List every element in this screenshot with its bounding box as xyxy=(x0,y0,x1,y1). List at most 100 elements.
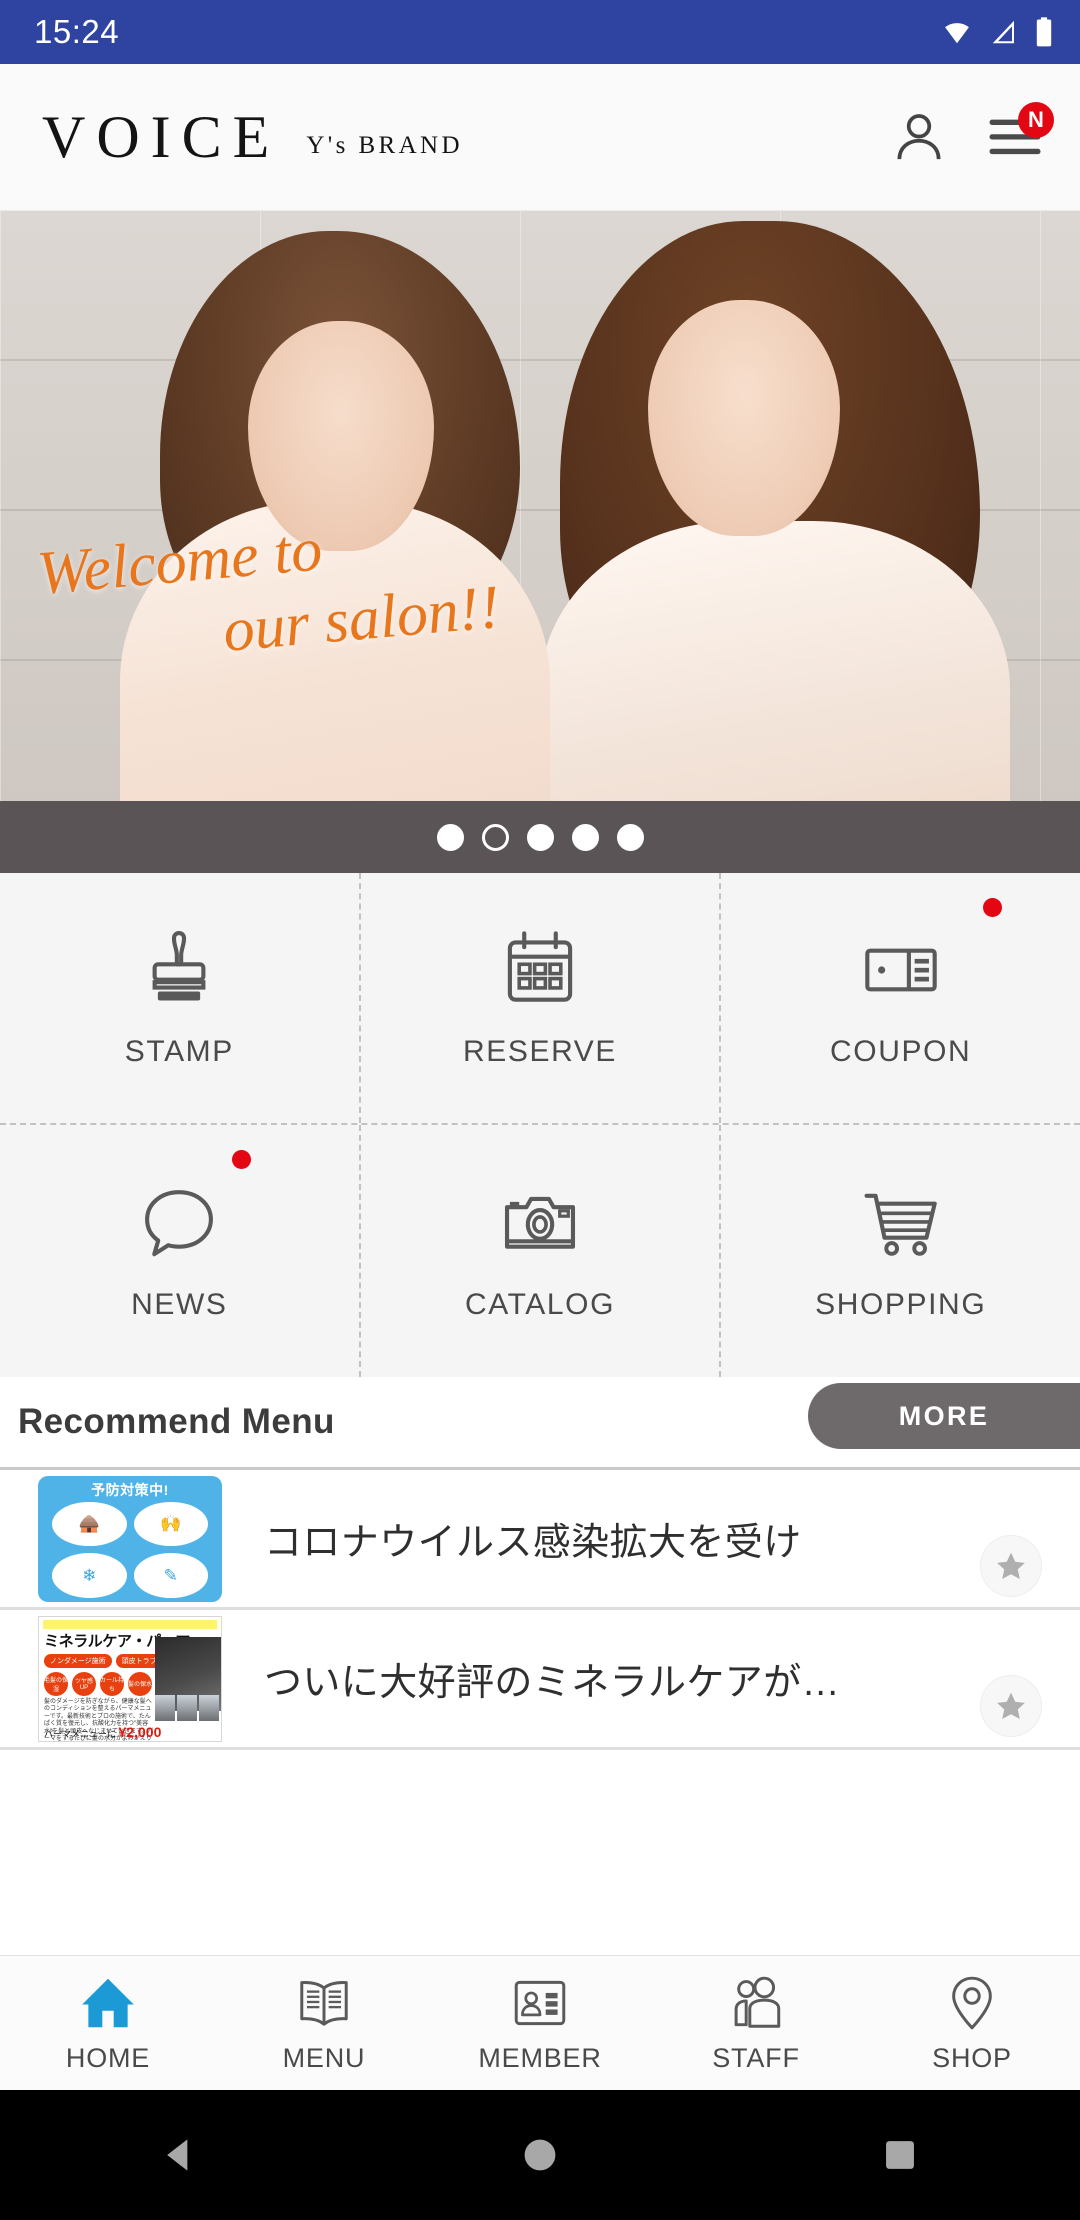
android-system-navigation xyxy=(0,2090,1080,2220)
android-home-button[interactable] xyxy=(360,2133,720,2177)
app-header: VOICE Y's BRAND N xyxy=(0,64,1080,211)
carousel-dot-2-active[interactable] xyxy=(481,823,509,851)
shopping-cart-icon xyxy=(864,1193,937,1256)
carousel-pagination xyxy=(0,801,1080,873)
wifi-icon xyxy=(945,23,969,44)
android-back-button[interactable] xyxy=(0,2133,360,2177)
news-notification-dot xyxy=(231,1150,251,1169)
people-icon xyxy=(734,1976,781,2028)
quick-action-stamp[interactable]: STAMP xyxy=(0,873,359,1123)
brand-logo[interactable]: VOICE Y's BRAND xyxy=(42,107,463,167)
bottom-navigation-bar: HOME MENU MEMBER STAFF SHOP xyxy=(0,1955,1080,2090)
app-screen: 15:24 VOICE Y's BRAND N Welcome to our s… xyxy=(0,0,1080,2220)
nav-item-label: HOME xyxy=(65,2043,151,2073)
status-bar: 15:24 xyxy=(0,0,1080,64)
id-card-icon xyxy=(514,1980,566,2026)
recommend-more-button[interactable]: MORE xyxy=(808,1383,1080,1449)
thumbnail-price-prefix: パーマメニューに xyxy=(44,1728,117,1739)
thumbnail-heading: 予防対策中! xyxy=(91,1481,169,1498)
tool-disinfect-icon: ✎ xyxy=(163,1565,178,1585)
thumbnail-highlight-band xyxy=(43,1619,217,1629)
quick-action-catalog[interactable]: CATALOG xyxy=(358,1125,720,1377)
star-icon xyxy=(997,1692,1025,1720)
recommend-section-title: Recommend Menu xyxy=(18,1402,335,1441)
coupon-ticket-icon xyxy=(864,948,937,992)
sanitizer-icon: 🛖 xyxy=(78,1514,100,1534)
thumbnail-icon-grid: 🛖 🙌 ❄ ✎ xyxy=(52,1501,208,1598)
thumbnail-price-value: ¥2,000 xyxy=(118,1723,162,1740)
nav-item-label: MEMBER xyxy=(478,2043,602,2073)
carousel-dot-3[interactable] xyxy=(526,823,554,851)
quick-action-reserve[interactable]: RESERVE xyxy=(358,873,720,1123)
carousel-dot-1[interactable] xyxy=(436,823,464,851)
nav-item-shop[interactable]: SHOP xyxy=(864,1972,1080,2074)
quick-action-label: NEWS xyxy=(131,1288,228,1321)
android-recents-button[interactable] xyxy=(720,2133,1080,2177)
quick-action-coupon[interactable]: COUPON xyxy=(719,873,1080,1123)
header-actions: N xyxy=(888,102,1054,168)
favorite-button[interactable] xyxy=(980,1535,1042,1597)
thumbnail-circle: 毛髪の保湿 xyxy=(44,1671,68,1696)
thumbnail-model-photos xyxy=(155,1694,219,1721)
quick-action-label: SHOPPING xyxy=(815,1288,987,1321)
thumbnail-circle: 髪の保水 xyxy=(128,1671,152,1696)
account-button[interactable] xyxy=(888,106,950,168)
home-circle-icon xyxy=(524,2139,556,2171)
favorite-button[interactable] xyxy=(980,1675,1042,1737)
menu-button[interactable]: N xyxy=(984,102,1054,168)
quick-action-label: COUPON xyxy=(830,1035,972,1068)
person-icon xyxy=(897,114,941,160)
model-right-face xyxy=(648,300,840,536)
nav-item-staff[interactable]: STAFF xyxy=(648,1972,864,2074)
hero-photo xyxy=(0,211,1080,801)
quick-action-row-2: NEWS CATALOG SHOPPING xyxy=(0,1125,1080,1377)
thumbnail-cell: ✎ xyxy=(133,1553,208,1598)
thumbnail-cell: 🙌 xyxy=(133,1501,208,1546)
coupon-notification-dot xyxy=(983,898,1003,917)
quick-action-row-1: STAMP RESERVE COUPON xyxy=(0,873,1080,1125)
back-triangle-icon xyxy=(167,2139,188,2171)
quick-action-label: CATALOG xyxy=(464,1288,616,1321)
menu-notification-badge: N xyxy=(1018,102,1054,138)
map-pin-icon xyxy=(952,1976,992,2030)
calendar-icon xyxy=(507,931,573,1002)
nav-item-member[interactable]: MEMBER xyxy=(432,1972,648,2074)
open-book-icon xyxy=(300,1981,348,2026)
camera-icon xyxy=(504,1196,576,1249)
nav-item-menu[interactable]: MENU xyxy=(216,1972,432,2074)
nav-item-home[interactable]: HOME xyxy=(0,1972,216,2074)
thumbnail-circle: カール持ち xyxy=(100,1671,124,1696)
ventilation-icon: ❄ xyxy=(82,1565,97,1585)
quick-action-news[interactable]: NEWS xyxy=(0,1125,359,1377)
quick-action-grid: STAMP RESERVE COUPON NEWS CATALOG SHOPPI… xyxy=(0,873,1080,1377)
logo-primary-text: VOICE xyxy=(42,104,281,170)
recents-square-icon xyxy=(886,2141,914,2169)
quick-action-shopping[interactable]: SHOPPING xyxy=(719,1125,1080,1377)
quick-action-label: RESERVE xyxy=(462,1035,618,1068)
logo-secondary-text: Y's BRAND xyxy=(306,132,463,159)
recommend-item-thumbnail: 予防対策中! 🛖 🙌 ❄ ✎ xyxy=(38,1475,222,1602)
home-icon xyxy=(82,1978,134,2028)
quick-action-label: STAMP xyxy=(124,1035,234,1068)
status-bar-clock: 15:24 xyxy=(34,13,120,50)
thumbnail-price-line: パーマメニューに ¥2,000 xyxy=(44,1724,161,1740)
thumbnail-pill: ノンダメージ施術 xyxy=(44,1653,112,1668)
cellular-signal-icon xyxy=(992,20,1014,44)
nav-item-label: SHOP xyxy=(932,2043,1012,2073)
thumbnail-model-photo xyxy=(177,1694,197,1721)
nav-item-label: STAFF xyxy=(712,2043,800,2073)
recommend-list-item[interactable]: 予防対策中! 🛖 🙌 ❄ ✎ コロナウイルス感染拡大を受け xyxy=(0,1470,1080,1610)
speech-bubble-icon xyxy=(145,1190,214,1257)
recommend-list-item[interactable]: ミネラルケア・パーマ ノンダメージ施術 頭皮トラブル対策 毛髪の保湿 ツヤ感UP… xyxy=(0,1610,1080,1750)
battery-icon xyxy=(1036,17,1052,47)
status-bar-icons xyxy=(940,16,1054,48)
star-icon xyxy=(997,1552,1025,1580)
hero-carousel-slide[interactable]: Welcome to our salon!! xyxy=(0,211,1080,801)
carousel-dot-4[interactable] xyxy=(571,823,599,851)
carousel-dot-5[interactable] xyxy=(616,823,644,851)
thumbnail-model-photo xyxy=(199,1694,219,1721)
recommend-item-title: コロナウイルス感染拡大を受け xyxy=(264,1522,802,1564)
stamp-icon xyxy=(152,931,206,1001)
recommend-section-header: Recommend Menu MORE xyxy=(0,1377,1080,1470)
nav-item-label: MENU xyxy=(282,2043,366,2073)
